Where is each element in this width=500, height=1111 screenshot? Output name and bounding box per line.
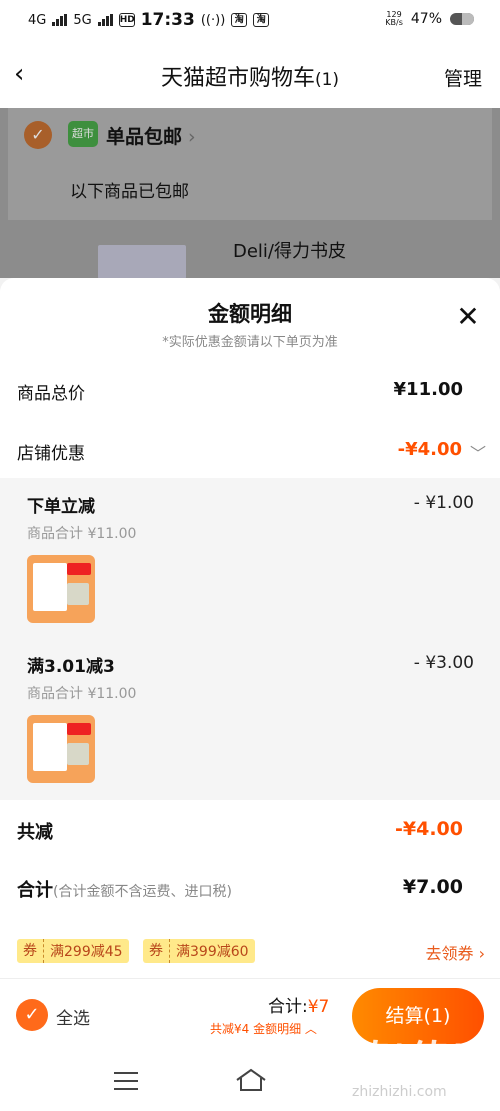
status-left: 4G 5G HD 17:33 ((·)) 淘 淘 — [28, 10, 270, 30]
sum-row-label: 合计(合计金额不含运费、进口税) — [17, 880, 232, 901]
taobao-notification-icon-2: 淘 — [253, 13, 270, 27]
goods-total-value: ¥11.00 — [393, 379, 463, 400]
sheet-subtitle: *实际优惠金额请以下单页为准 — [162, 335, 338, 350]
status-bar: 4G 5G HD 17:33 ((·)) 淘 淘 129 KB/s 47% — [0, 0, 500, 40]
signal-icon — [52, 14, 68, 26]
product-name: Deli/得力书皮 — [233, 241, 347, 262]
hd-icon: HD — [118, 13, 135, 27]
bottom-total: 合计:¥7 — [268, 997, 330, 1017]
product-thumbnail — [27, 715, 95, 783]
chevron-down-icon[interactable]: ﹀ — [470, 440, 486, 464]
coupon-badge[interactable]: 券满299减45 — [17, 939, 129, 963]
total-reduce-value: -¥4.00 — [395, 818, 463, 840]
discount-title: 满3.01减3 — [27, 657, 115, 677]
watermark-url: zhizhizhi.com — [352, 1084, 447, 1100]
sheet-title: 金额明细 — [208, 302, 292, 326]
discount-title: 下单立减 — [27, 497, 95, 517]
shop-check-icon: ✓ — [24, 121, 52, 149]
select-all-label[interactable]: 全选 — [56, 1004, 90, 1029]
page-title: 天猫超市购物车(1) — [160, 66, 340, 91]
shop-discount-value[interactable]: -¥4.00 — [398, 439, 462, 460]
get-coupon-link[interactable]: 去领券 › — [426, 940, 486, 964]
discount-subtotal: 商品合计 ¥11.00 — [27, 686, 137, 702]
battery-percent: 47% — [410, 11, 442, 27]
tmall-supermarket-logo: 超市 — [68, 121, 98, 147]
select-all-checkbox[interactable]: ✓ — [16, 999, 48, 1031]
network-speed: 129 KB/s — [385, 10, 403, 27]
taobao-notification-icon: 淘 — [231, 13, 248, 27]
home-icon[interactable] — [234, 1068, 268, 1092]
amount-detail-toggle[interactable]: 共减¥4 金额明细 ︿ — [210, 1020, 317, 1037]
discount-amount: - ¥3.00 — [413, 653, 474, 673]
status-right: 129 KB/s 47% — [385, 11, 474, 27]
product-thumbnail — [27, 555, 95, 623]
close-icon[interactable]: ✕ — [454, 303, 482, 332]
signal-icon-2 — [97, 14, 113, 26]
sum-value: ¥7.00 — [402, 876, 463, 898]
shop-discount-label: 店铺优惠 — [17, 444, 85, 464]
clock: 17:33 — [140, 10, 195, 30]
manage-button[interactable]: 管理 — [444, 64, 482, 91]
product-image — [98, 245, 186, 279]
hotspot-icon: ((·)) — [200, 12, 226, 28]
shipping-note: 以下商品已包邮 — [70, 182, 189, 202]
network-5g-label: 5G — [73, 12, 92, 28]
chevron-right-icon: › — [188, 126, 196, 148]
discount-amount: - ¥1.00 — [413, 493, 474, 513]
discount-subtotal: 商品合计 ¥11.00 — [27, 526, 137, 542]
page-header: ‹ 天猫超市购物车(1) 管理 — [0, 40, 500, 108]
network-4g-label: 4G — [28, 12, 47, 28]
menu-icon[interactable] — [114, 1072, 138, 1090]
battery-icon — [450, 13, 474, 25]
shop-tag: 单品包邮 › — [106, 126, 196, 148]
coupon-badge[interactable]: 券满399减60 — [143, 939, 255, 963]
goods-total-label: 商品总价 — [17, 384, 85, 404]
total-reduce-label: 共减 — [17, 822, 53, 843]
